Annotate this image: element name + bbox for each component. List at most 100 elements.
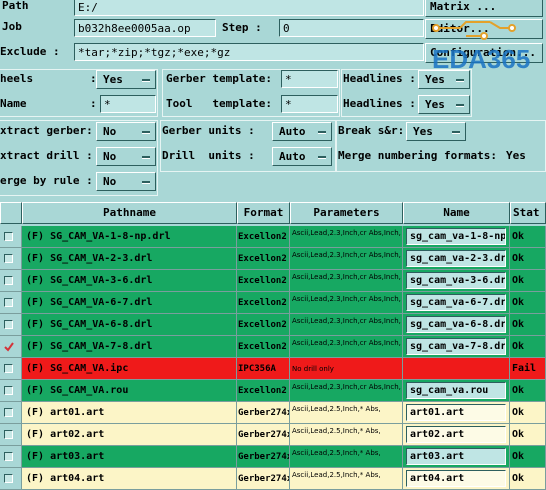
- output-name-field[interactable]: sg_cam_va-3-6.drl: [406, 272, 506, 289]
- row-select-cell[interactable]: [0, 468, 22, 490]
- merge-rule-dropdown[interactable]: No: [96, 172, 156, 191]
- header-parameters[interactable]: Parameters: [290, 202, 403, 224]
- name-sep: :: [90, 97, 97, 110]
- chevron-down-icon: [318, 131, 326, 134]
- gerber-units-dropdown[interactable]: Auto: [272, 122, 332, 141]
- output-name-field[interactable]: art01.art: [406, 404, 506, 421]
- extract-drill-dropdown[interactable]: No: [96, 147, 156, 166]
- parameters-cell: Ascii,Lead,2.3,Inch,cr Abs,Inch,: [290, 380, 403, 402]
- wheels-dropdown[interactable]: Yes: [96, 70, 156, 89]
- header-stat[interactable]: Stat: [510, 202, 546, 224]
- row-select-cell[interactable]: [0, 336, 22, 358]
- row-select-cell[interactable]: [0, 248, 22, 270]
- checkbox[interactable]: [4, 408, 13, 417]
- checkbox[interactable]: [4, 452, 13, 461]
- row-select-cell[interactable]: [0, 424, 22, 446]
- format-cell: Excellon2: [237, 314, 290, 336]
- status-cell: Ok: [510, 226, 546, 248]
- row-select-cell[interactable]: [0, 314, 22, 336]
- output-name-field[interactable]: sg_cam_va-1-8-np.d: [406, 228, 506, 245]
- output-name-field[interactable]: sg_cam_va-6-8.drl: [406, 316, 506, 333]
- chevron-down-icon: [318, 156, 326, 159]
- row-select-cell[interactable]: [0, 292, 22, 314]
- gerber-units-value: Auto: [279, 125, 306, 138]
- headlines2-label: Headlines :: [343, 97, 416, 110]
- merge-numbering-value[interactable]: Yes: [506, 146, 526, 166]
- output-name-field[interactable]: art03.art: [406, 448, 506, 465]
- table-row[interactable]: (F) SG_CAM_VA-2-3.drl Excellon2 Ascii,Lead…: [0, 248, 546, 270]
- break-sr-dropdown[interactable]: Yes: [406, 122, 466, 141]
- name-cell: art04.art: [403, 468, 510, 490]
- status-cell: Fail: [510, 358, 546, 380]
- row-select-cell[interactable]: [0, 446, 22, 468]
- row-select-cell[interactable]: [0, 270, 22, 292]
- output-name-field[interactable]: art02.art: [406, 426, 506, 443]
- pathname-cell: (F) SG_CAM_VA-3-6.drl: [22, 270, 237, 292]
- checkbox[interactable]: [4, 298, 13, 307]
- row-select-cell[interactable]: [0, 402, 22, 424]
- format-cell: Excellon2: [237, 380, 290, 402]
- extract-gerber-label: xtract gerber:: [0, 124, 93, 137]
- table-row[interactable]: (F) SG_CAM_VA-1-8-np.drl Excellon2 Ascii,L…: [0, 226, 546, 248]
- checkbox[interactable]: [4, 386, 13, 395]
- table-row[interactable]: (F) art02.art Gerber274x Ascii,Lead,2.5,In…: [0, 424, 546, 446]
- table-row[interactable]: (F) SG_CAM_VA-6-7.drl Excellon2 Ascii,Lead…: [0, 292, 546, 314]
- checkbox[interactable]: [4, 254, 13, 263]
- name-field[interactable]: *: [100, 95, 156, 113]
- header-format[interactable]: Format: [237, 202, 290, 224]
- merge-numbering-label: Merge numbering formats:: [338, 149, 497, 162]
- parameters-cell: Ascii,Lead,2.3,Inch,cr Abs,Inch,: [290, 270, 403, 292]
- step-label: Step :: [222, 21, 262, 34]
- table-row[interactable]: (F) art03.art Gerber274x Ascii,Lead,2.5,In…: [0, 446, 546, 468]
- output-name-field[interactable]: sg_cam_va.rou: [406, 382, 506, 399]
- exclude-field[interactable]: *tar;*zip;*tgz;*exe;*gz: [74, 43, 424, 61]
- path-field[interactable]: E:/: [74, 0, 424, 16]
- status-cell: Ok: [510, 314, 546, 336]
- parameters-cell: Ascii,Lead,2.5,Inch,* Abs,: [290, 402, 403, 424]
- checkbox[interactable]: [4, 364, 13, 373]
- output-name-field[interactable]: sg_cam_va-7-8.drl: [406, 338, 506, 355]
- status-cell: Ok: [510, 270, 546, 292]
- chevron-down-icon: [142, 131, 150, 134]
- merge-rule-value: No: [103, 175, 117, 188]
- table-row[interactable]: (F) art04.art Gerber274x Ascii,Lead,2.5,In…: [0, 468, 546, 490]
- row-select-cell[interactable]: [0, 226, 22, 248]
- job-field[interactable]: b032h8ee0005aa.op: [74, 19, 216, 37]
- status-cell: Ok: [510, 248, 546, 270]
- checkmark-icon[interactable]: [4, 342, 14, 352]
- parameters-cell: Ascii,Lead,2.3,Inch,cr Abs,Inch,: [290, 248, 403, 270]
- extract-gerber-dropdown[interactable]: No: [96, 122, 156, 141]
- pathname-cell: (F) art03.art: [22, 446, 237, 468]
- table-row[interactable]: (F) SG_CAM_VA.rou Excellon2 Ascii,Lead,2.3…: [0, 380, 546, 402]
- path-label: Path: [2, 0, 29, 12]
- break-sr-label: Break s&r:: [338, 124, 405, 137]
- checkbox[interactable]: [4, 320, 13, 329]
- header-name[interactable]: Name: [403, 202, 510, 224]
- output-name-field[interactable]: art04.art: [406, 470, 506, 487]
- table-row[interactable]: (F) SG_CAM_VA.ipc IPC356A No drill only Fai…: [0, 358, 546, 380]
- table-row[interactable]: (F) SG_CAM_VA-3-6.drl Excellon2 Ascii,Lead…: [0, 270, 546, 292]
- table-row[interactable]: (F) SG_CAM_VA-7-8.drl Excellon2 Ascii,Lead…: [0, 336, 546, 358]
- table-row[interactable]: (F) art01.art Gerber274x Ascii,Lead,2.5,In…: [0, 402, 546, 424]
- headlines2-dropdown[interactable]: Yes: [418, 95, 470, 114]
- output-name-field[interactable]: sg_cam_va-6-7.drl: [406, 294, 506, 311]
- table-row[interactable]: (F) SG_CAM_VA-6-8.drl Excellon2 Ascii,Lead…: [0, 314, 546, 336]
- tool-template-field[interactable]: *: [281, 95, 338, 113]
- name-cell: art03.art: [403, 446, 510, 468]
- pathname-cell: (F) art04.art: [22, 468, 237, 490]
- header-pathname[interactable]: Pathname: [22, 202, 237, 224]
- headlines1-dropdown[interactable]: Yes: [418, 70, 470, 89]
- output-name-field[interactable]: sg_cam_va-2-3.drl: [406, 250, 506, 267]
- checkbox[interactable]: [4, 232, 13, 241]
- pathname-cell: (F) art01.art: [22, 402, 237, 424]
- checkbox[interactable]: [4, 276, 13, 285]
- row-select-cell[interactable]: [0, 380, 22, 402]
- gerber-template-field[interactable]: *: [281, 70, 338, 88]
- drill-units-dropdown[interactable]: Auto: [272, 147, 332, 166]
- step-field[interactable]: 0: [279, 19, 424, 37]
- tool-template-label: Tool template:: [166, 97, 272, 110]
- row-select-cell[interactable]: [0, 358, 22, 380]
- checkbox[interactable]: [4, 430, 13, 439]
- checkbox[interactable]: [4, 474, 13, 483]
- pathname-cell: (F) SG_CAM_VA-1-8-np.drl: [22, 226, 237, 248]
